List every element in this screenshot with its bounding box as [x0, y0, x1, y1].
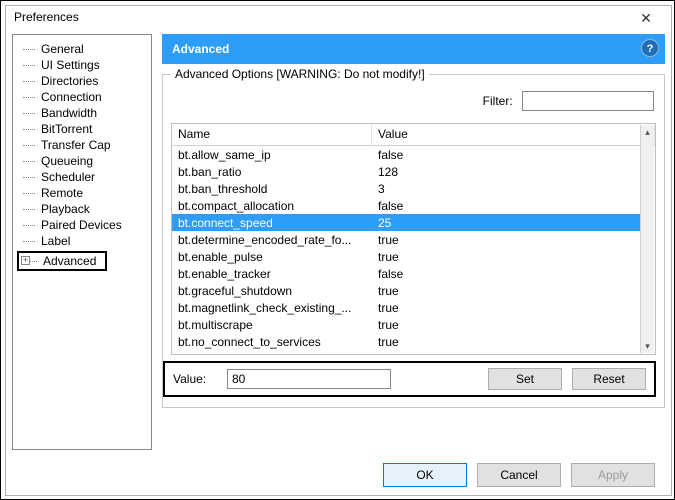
cell-value: 25 [372, 216, 641, 230]
expand-icon[interactable]: + [21, 256, 30, 265]
filter-input[interactable] [522, 91, 654, 111]
sidebar-item-queueing[interactable]: Queueing [17, 153, 151, 169]
sidebar-item-bandwidth[interactable]: Bandwidth [17, 105, 151, 121]
cell-name: bt.magnetlink_check_existing_... [172, 301, 372, 315]
group-label: Advanced Options [WARNING: Do not modify… [171, 67, 429, 81]
sidebar-item-directories[interactable]: Directories [17, 73, 151, 89]
cell-value: false [372, 267, 641, 281]
options-table[interactable]: Name Value bt.allow_same_ipfalsebt.ban_r… [171, 123, 656, 355]
apply-button[interactable]: Apply [571, 463, 655, 487]
category-tree[interactable]: General UI Settings Directories Connecti… [12, 34, 152, 450]
table-row[interactable]: bt.enable_pulsetrue [172, 248, 641, 265]
advanced-options-group: Advanced Options [WARNING: Do not modify… [162, 74, 665, 408]
table-row[interactable]: bt.ban_ratio128 [172, 163, 641, 180]
titlebar: Preferences ✕ [6, 6, 671, 32]
panel-banner: Advanced ? [162, 34, 665, 64]
set-button[interactable]: Set [488, 368, 562, 390]
cell-value: true [372, 284, 641, 298]
sidebar-item-connection[interactable]: Connection [17, 89, 151, 105]
scroll-down-icon[interactable]: ▾ [641, 339, 654, 353]
cell-value: false [372, 148, 641, 162]
cell-name: bt.compact_allocation [172, 199, 372, 213]
value-editor-row: Value: Set Reset [163, 361, 656, 397]
sidebar-item-scheduler[interactable]: Scheduler [17, 169, 151, 185]
cell-name: bt.no_connect_to_services [172, 335, 372, 349]
table-row[interactable]: bt.ban_threshold3 [172, 180, 641, 197]
close-icon[interactable]: ✕ [629, 8, 663, 30]
table-row[interactable]: bt.graceful_shutdowntrue [172, 282, 641, 299]
cell-value: 128 [372, 165, 641, 179]
sidebar-item-label: Advanced [43, 254, 96, 268]
cell-value: true [372, 250, 641, 264]
panel-title: Advanced [172, 42, 229, 56]
sidebar-item-paired-devices[interactable]: Paired Devices [17, 217, 151, 233]
cell-name: bt.enable_tracker [172, 267, 372, 281]
table-row[interactable]: bt.magnetlink_check_existing_...true [172, 299, 641, 316]
cell-value: true [372, 335, 641, 349]
sidebar-item-advanced[interactable]: + Advanced [17, 251, 107, 271]
cell-value: true [372, 233, 641, 247]
ok-button[interactable]: OK [383, 463, 467, 487]
value-label: Value: [173, 372, 217, 386]
value-input[interactable] [227, 369, 391, 389]
sidebar-item-remote[interactable]: Remote [17, 185, 151, 201]
table-row[interactable]: bt.connect_speed25 [172, 214, 641, 231]
sidebar-item-general[interactable]: General [17, 41, 151, 57]
column-header-name[interactable]: Name [172, 124, 372, 145]
cancel-button[interactable]: Cancel [477, 463, 561, 487]
preferences-dialog: Preferences ✕ General UI Settings Direct… [5, 5, 672, 496]
cell-value: 3 [372, 182, 641, 196]
reset-button[interactable]: Reset [572, 368, 646, 390]
scrollbar[interactable]: ▴ ▾ [640, 125, 654, 353]
cell-name: bt.allow_same_ip [172, 148, 372, 162]
table-row[interactable]: bt.determine_encoded_rate_fo...true [172, 231, 641, 248]
filter-label: Filter: [483, 94, 513, 108]
sidebar-item-ui-settings[interactable]: UI Settings [17, 57, 151, 73]
cell-name: bt.multiscrape [172, 318, 372, 332]
cell-value: false [372, 199, 641, 213]
sidebar-item-transfer-cap[interactable]: Transfer Cap [17, 137, 151, 153]
window-title: Preferences [14, 10, 79, 24]
cell-name: bt.ban_threshold [172, 182, 372, 196]
cell-value: true [372, 301, 641, 315]
sidebar-item-bittorrent[interactable]: BitTorrent [17, 121, 151, 137]
cell-name: bt.enable_pulse [172, 250, 372, 264]
column-header-value[interactable]: Value [372, 124, 655, 145]
cell-name: bt.determine_encoded_rate_fo... [172, 233, 372, 247]
help-icon[interactable]: ? [641, 39, 659, 57]
cell-name: bt.graceful_shutdown [172, 284, 372, 298]
cell-value: true [372, 318, 641, 332]
scroll-up-icon[interactable]: ▴ [641, 125, 654, 139]
table-row[interactable]: bt.multiscrapetrue [172, 316, 641, 333]
sidebar-item-label[interactable]: Label [17, 233, 151, 249]
cell-name: bt.ban_ratio [172, 165, 372, 179]
table-row[interactable]: bt.compact_allocationfalse [172, 197, 641, 214]
sidebar-item-playback[interactable]: Playback [17, 201, 151, 217]
cell-name: bt.connect_speed [172, 216, 372, 230]
table-row[interactable]: bt.no_connect_to_servicestrue [172, 333, 641, 350]
table-row[interactable]: bt.enable_trackerfalse [172, 265, 641, 282]
table-row[interactable]: bt.allow_same_ipfalse [172, 146, 641, 163]
